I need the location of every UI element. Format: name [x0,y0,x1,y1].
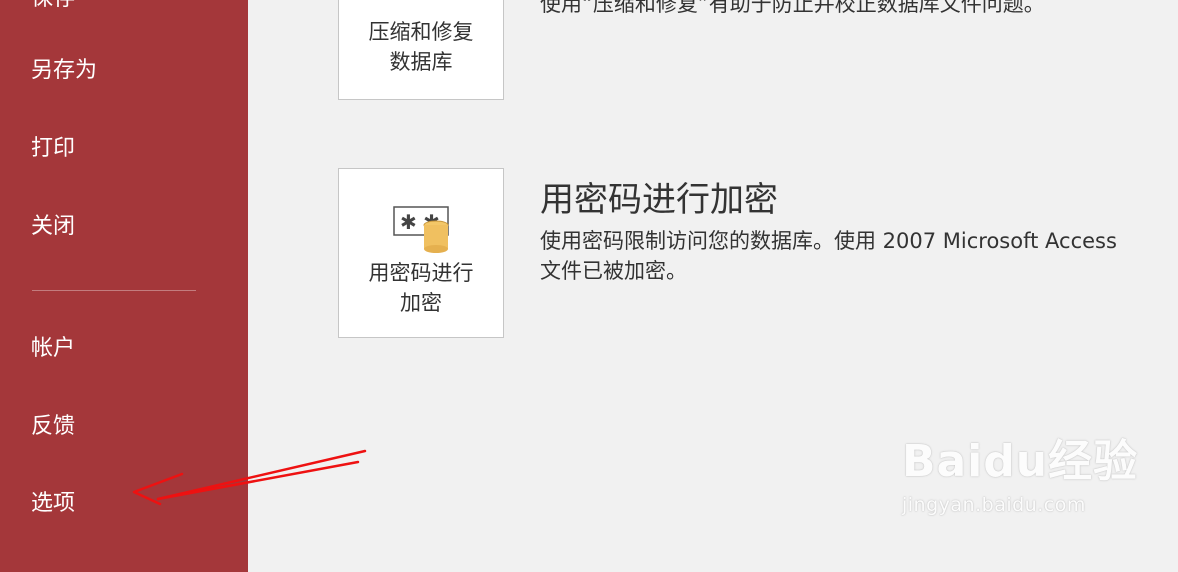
watermark-url: jingyan.baidu.com [902,494,1086,516]
nav-account[interactable]: 帐户 [31,334,75,364]
compact-repair-label: 压缩和修复 数据库 [368,20,474,74]
encrypt-section-description: 使用密码限制访问您的数据库。使用 2007 Microsoft Access 文… [540,229,1117,283]
encrypt-password-label: 用密码进行 加密 [368,261,474,315]
encrypt-password-button[interactable]: ✱ ✱ 用密码进行 加密 [338,168,504,338]
encrypt-section-title: 用密码进行加密 [540,180,778,220]
nav-feedback[interactable]: 反馈 [31,412,75,442]
nav-print[interactable]: 打印 [31,134,75,164]
nav-options[interactable]: 选项 [31,489,75,519]
database-lock-icon: ✱ ✱ [393,206,449,253]
nav-save-as[interactable]: 另存为 [31,56,97,86]
nav-save[interactable]: 保存 [31,0,75,14]
nav-close[interactable]: 关闭 [31,212,75,242]
nav-divider [32,290,196,291]
watermark-logo: Baidu经验 [902,436,1139,487]
compact-repair-description: 使用“压缩和修复”有助于防止并校正数据库文件问题。 [540,0,1045,16]
annotation-arrow-icon [132,449,367,506]
database-repair-icon [405,0,465,3]
compact-repair-button[interactable]: 压缩和修复 数据库 [338,0,504,100]
baidu-watermark: Baidu经验 jingyan.baidu.com [902,436,1139,517]
